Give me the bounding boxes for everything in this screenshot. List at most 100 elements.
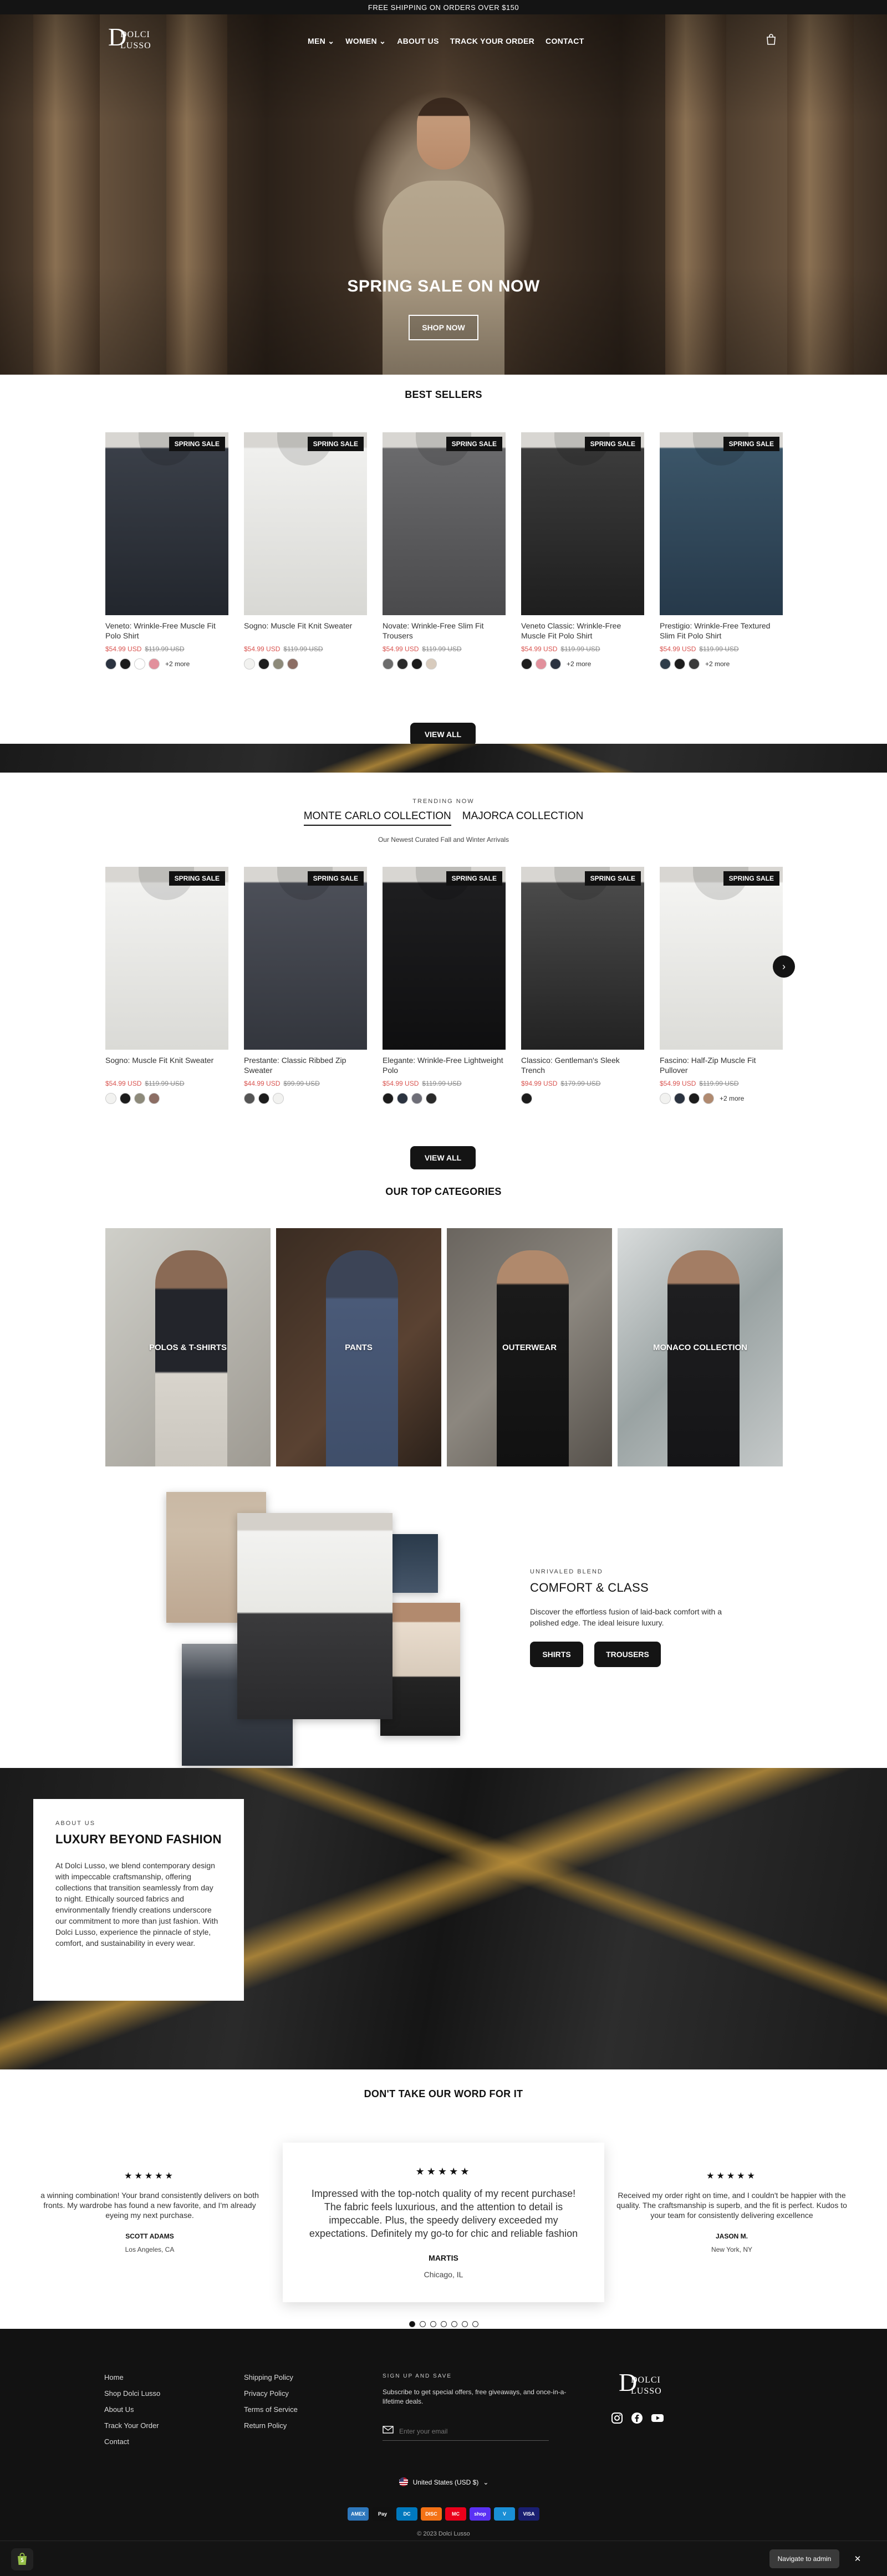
email-input[interactable]	[399, 2427, 532, 2435]
product-name[interactable]: Veneto Classic: Wrinkle-Free Muscle Fit …	[521, 621, 644, 641]
color-swatch[interactable]	[120, 658, 131, 669]
product-image[interactable]: SPRING SALE	[244, 432, 367, 615]
product-image[interactable]: SPRING SALE	[521, 432, 644, 615]
product-name[interactable]: Elegante: Wrinkle-Free Lightweight Polo	[383, 1055, 506, 1075]
tab-majorca[interactable]: MAJORCA COLLECTION	[462, 810, 584, 826]
color-swatch[interactable]	[244, 658, 255, 669]
color-swatch[interactable]	[550, 658, 561, 669]
color-swatch[interactable]	[244, 1093, 255, 1104]
color-swatch[interactable]	[674, 1093, 685, 1104]
product-name[interactable]: Fascino: Half-Zip Muscle Fit Pullover	[660, 1055, 783, 1075]
email-field[interactable]	[383, 2422, 549, 2441]
carousel-dot[interactable]	[419, 2321, 426, 2327]
more-colors-label[interactable]: +2 more	[567, 660, 591, 668]
facebook-icon[interactable]	[631, 2412, 643, 2427]
nav-track-order[interactable]: TRACK YOUR ORDER	[450, 37, 534, 46]
footer-link-terms[interactable]: Terms of Service	[244, 2405, 298, 2414]
product-image[interactable]: SPRING SALE	[660, 867, 783, 1050]
color-swatch[interactable]	[411, 658, 422, 669]
shirts-button[interactable]: SHIRTS	[530, 1642, 583, 1667]
footer-link-shop[interactable]: Shop Dolci Lusso	[104, 2389, 160, 2398]
product-image[interactable]: SPRING SALE	[105, 867, 228, 1050]
product-card[interactable]: SPRING SALE Prestigio: Wrinkle-Free Textu…	[660, 432, 783, 669]
color-swatch[interactable]	[134, 658, 145, 669]
category-pants[interactable]: PANTS	[276, 1228, 441, 1466]
color-swatch[interactable]	[273, 658, 284, 669]
nav-about-us[interactable]: ABOUT US	[397, 37, 439, 46]
trousers-button[interactable]: TROUSERS	[594, 1642, 661, 1667]
color-swatch[interactable]	[105, 1093, 116, 1104]
product-name[interactable]: Classico: Gentleman's Sleek Trench	[521, 1055, 644, 1075]
brand-logo[interactable]: D DOLCI LUSSO	[108, 24, 164, 58]
product-name[interactable]: Veneto: Wrinkle-Free Muscle Fit Polo Shi…	[105, 621, 228, 641]
product-image[interactable]: SPRING SALE	[244, 867, 367, 1050]
footer-link-home[interactable]: Home	[104, 2373, 160, 2381]
youtube-icon[interactable]	[651, 2412, 664, 2427]
footer-link-return[interactable]: Return Policy	[244, 2421, 298, 2430]
instagram-icon[interactable]	[611, 2412, 623, 2427]
product-name[interactable]: Novate: Wrinkle-Free Slim Fit Trousers	[383, 621, 506, 641]
footer-link-about[interactable]: About Us	[104, 2405, 160, 2414]
carousel-dot[interactable]	[430, 2321, 436, 2327]
product-card[interactable]: SPRING SALE Veneto: Wrinkle-Free Muscle F…	[105, 432, 228, 669]
more-colors-label[interactable]: +2 more	[705, 660, 730, 668]
carousel-dot[interactable]	[440, 2321, 447, 2327]
color-swatch[interactable]	[397, 658, 408, 669]
color-swatch[interactable]	[689, 1093, 700, 1104]
footer-link-contact[interactable]: Contact	[104, 2437, 160, 2446]
color-swatch[interactable]	[660, 1093, 671, 1104]
product-image[interactable]: SPRING SALE	[105, 432, 228, 615]
product-image[interactable]: SPRING SALE	[383, 867, 506, 1050]
footer-link-privacy[interactable]: Privacy Policy	[244, 2389, 298, 2398]
shopping-bag-icon[interactable]	[765, 33, 777, 45]
product-name[interactable]: Prestante: Classic Ribbed Zip Sweater	[244, 1055, 367, 1075]
nav-women[interactable]: WOMEN ⌄	[345, 37, 386, 46]
category-outerwear[interactable]: OUTERWEAR	[447, 1228, 612, 1466]
footer-link-track[interactable]: Track Your Order	[104, 2421, 160, 2430]
tab-monte-carlo[interactable]: MONTE CARLO COLLECTION	[303, 810, 451, 826]
product-name[interactable]: Sogno: Muscle Fit Knit Sweater	[244, 621, 367, 641]
color-swatch[interactable]	[521, 1093, 532, 1104]
color-swatch[interactable]	[383, 1093, 394, 1104]
product-card[interactable]: SPRING SALE Veneto Classic: Wrinkle-Free …	[521, 432, 644, 669]
category-polos[interactable]: POLOS & T-SHIRTS	[105, 1228, 271, 1466]
color-swatch[interactable]	[258, 658, 269, 669]
color-swatch[interactable]	[287, 658, 298, 669]
product-card[interactable]: SPRING SALE Prestante: Classic Ribbed Zip…	[244, 867, 367, 1104]
shopify-bag-icon[interactable]	[11, 2548, 33, 2570]
product-card[interactable]: SPRING SALE Novate: Wrinkle-Free Slim Fit…	[383, 432, 506, 669]
carousel-dot[interactable]	[451, 2321, 457, 2327]
color-swatch[interactable]	[660, 658, 671, 669]
color-swatch[interactable]	[674, 658, 685, 669]
carousel-dot[interactable]	[472, 2321, 478, 2327]
color-swatch[interactable]	[703, 1093, 714, 1104]
color-swatch[interactable]	[397, 1093, 408, 1104]
color-swatch[interactable]	[134, 1093, 145, 1104]
footer-logo[interactable]: D DOLCI LUSSO	[619, 2370, 674, 2403]
footer-link-shipping[interactable]: Shipping Policy	[244, 2373, 298, 2381]
color-swatch[interactable]	[521, 658, 532, 669]
shop-now-button[interactable]: SHOP NOW	[409, 315, 478, 340]
product-name[interactable]: Prestigio: Wrinkle-Free Textured Slim Fi…	[660, 621, 783, 641]
nav-contact[interactable]: CONTACT	[546, 37, 584, 46]
color-swatch[interactable]	[383, 658, 394, 669]
carousel-dot[interactable]	[461, 2321, 468, 2327]
color-swatch[interactable]	[273, 1093, 284, 1104]
product-card[interactable]: SPRING SALE Elegante: Wrinkle-Free Lightw…	[383, 867, 506, 1104]
color-swatch[interactable]	[120, 1093, 131, 1104]
color-swatch[interactable]	[411, 1093, 422, 1104]
color-swatch[interactable]	[536, 658, 547, 669]
category-monaco[interactable]: MONACO COLLECTION	[618, 1228, 783, 1466]
color-swatch[interactable]	[258, 1093, 269, 1104]
navigate-to-admin-button[interactable]: Navigate to admin	[769, 2549, 839, 2568]
more-colors-label[interactable]: +2 more	[720, 1095, 744, 1102]
product-card[interactable]: SPRING SALE Fascino: Half-Zip Muscle Fit …	[660, 867, 783, 1104]
color-swatch[interactable]	[426, 658, 437, 669]
product-image[interactable]: SPRING SALE	[660, 432, 783, 615]
product-image[interactable]: SPRING SALE	[521, 867, 644, 1050]
product-card[interactable]: SPRING SALE Sogno: Muscle Fit Knit Sweate…	[244, 432, 367, 669]
product-card[interactable]: SPRING SALE Sogno: Muscle Fit Knit Sweate…	[105, 867, 228, 1104]
close-icon[interactable]: ✕	[850, 2552, 865, 2566]
view-all-best-sellers-button[interactable]: VIEW ALL	[410, 723, 476, 746]
color-swatch[interactable]	[105, 658, 116, 669]
